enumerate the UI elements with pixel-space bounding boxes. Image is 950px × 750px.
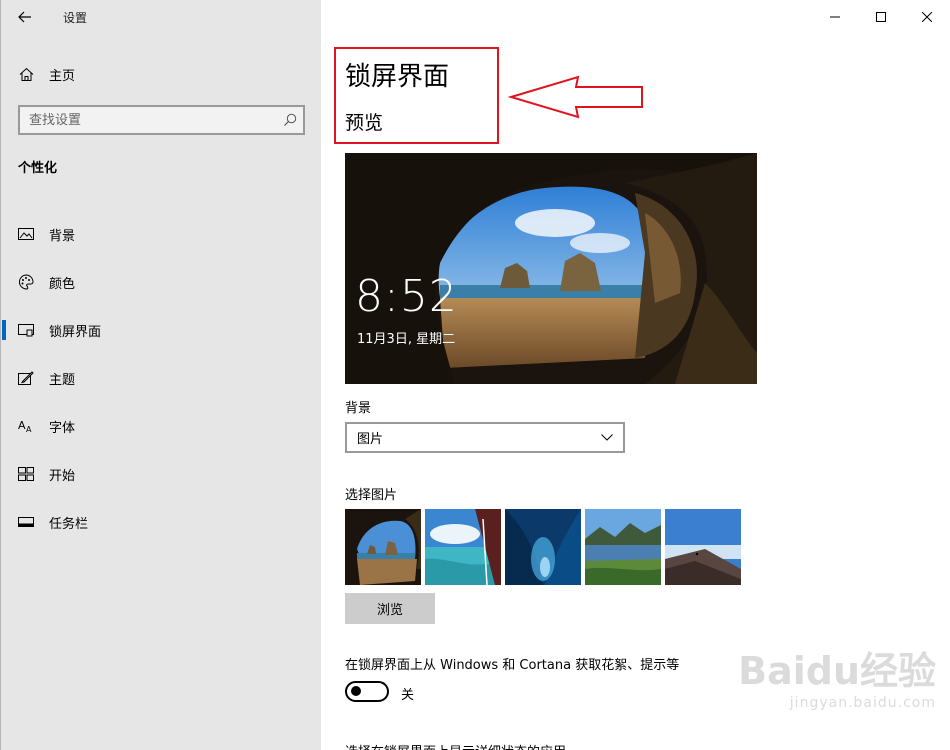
window-controls — [812, 0, 950, 34]
picture-thumbnail[interactable] — [505, 509, 581, 585]
picture-thumbnail[interactable] — [345, 509, 421, 585]
search-input[interactable] — [29, 112, 277, 128]
sidebar-item-label: 任务栏 — [49, 516, 89, 532]
background-dropdown-value: 图片 — [357, 432, 384, 447]
sidebar-item-label: 背景 — [49, 228, 76, 244]
lock-screen-preview: 8:52 11月3日, 星期二 — [345, 153, 757, 384]
picture-thumbnail[interactable] — [665, 509, 741, 585]
sidebar-item-label: 主题 — [49, 372, 76, 388]
cave-beach-picture — [345, 153, 757, 384]
sidebar-item-taskbar[interactable]: 任务栏 — [1, 498, 322, 546]
minimize-button[interactable] — [812, 0, 858, 34]
preview-time: 8:52 — [355, 271, 458, 322]
sidebar-item-label: 字体 — [49, 420, 76, 436]
chevron-down-icon — [601, 434, 613, 441]
close-icon — [922, 12, 932, 22]
toggle-knob — [351, 686, 361, 696]
picture-thumbnail[interactable] — [425, 509, 501, 585]
browse-button[interactable]: 浏览 — [345, 593, 435, 624]
search-box[interactable] — [18, 105, 305, 135]
main-content: 锁屏界面 预览 8:52 11月3日, 星期二 背景 图片 选择图片 浏览 在锁… — [321, 0, 950, 750]
sidebar-item-label: 颜色 — [49, 276, 76, 292]
sidebar-item-home[interactable]: 主页 — [1, 58, 322, 90]
maximize-icon — [876, 12, 886, 22]
home-label: 主页 — [49, 68, 76, 84]
svg-text:A: A — [18, 419, 26, 432]
minimize-icon — [830, 16, 840, 18]
sidebar-item-themes[interactable]: 主题 — [1, 354, 322, 402]
theme-icon — [18, 370, 34, 386]
image-icon — [18, 226, 34, 242]
back-button[interactable] — [1, 0, 49, 34]
picture-thumbnail[interactable] — [585, 509, 661, 585]
font-icon: AA — [18, 418, 34, 434]
annotation-highlight-box — [334, 47, 499, 144]
back-arrow-icon — [18, 11, 31, 23]
watermark-sub: jingyan.baidu.com — [789, 695, 936, 711]
preview-date: 11月3日, 星期二 — [357, 332, 456, 347]
start-icon — [18, 466, 34, 482]
toggle-state-label: 关 — [401, 688, 415, 703]
sidebar-item-colors[interactable]: 颜色 — [1, 258, 322, 306]
background-label: 背景 — [345, 401, 372, 416]
section-title: 个性化 — [18, 161, 58, 176]
baidu-watermark: Baidu经验 jingyan.baidu.com — [738, 640, 936, 711]
sidebar-item-label: 锁屏界面 — [49, 324, 102, 340]
nav-list: 背景 颜色 锁屏界面 主题 AA 字体 开始 任务栏 — [1, 210, 322, 546]
sidebar-item-fonts[interactable]: AA 字体 — [1, 402, 322, 450]
svg-text:A: A — [26, 425, 32, 433]
window-title: 设置 — [63, 10, 88, 25]
choose-picture-label: 选择图片 — [345, 488, 398, 503]
search-icon[interactable] — [277, 107, 303, 133]
picture-thumbnails — [345, 509, 741, 585]
sidebar: 设置 主页 个性化 背景 颜色 锁屏界面 — [0, 0, 321, 750]
home-icon — [18, 66, 34, 82]
sidebar-item-label: 开始 — [49, 468, 76, 484]
sidebar-item-lock-screen[interactable]: 锁屏界面 — [1, 306, 322, 354]
titlebar-left: 设置 — [1, 0, 322, 34]
sidebar-item-start[interactable]: 开始 — [1, 450, 322, 498]
detailed-status-apps-label: 选择在锁屏界面上显示详细状态的应用 — [345, 741, 566, 750]
annotation-arrow-icon — [508, 75, 643, 119]
background-dropdown[interactable]: 图片 — [345, 422, 625, 453]
fun-facts-toggle[interactable] — [345, 681, 389, 702]
close-button[interactable] — [904, 0, 950, 34]
taskbar-icon — [18, 514, 34, 530]
sidebar-item-background[interactable]: 背景 — [1, 210, 322, 258]
lock-screen-icon — [18, 322, 34, 338]
watermark-main: Baidu经验 — [738, 649, 936, 693]
fun-facts-label: 在锁屏界面上从 Windows 和 Cortana 获取花絮、提示等 — [345, 658, 680, 673]
maximize-button[interactable] — [858, 0, 904, 34]
palette-icon — [18, 274, 34, 290]
